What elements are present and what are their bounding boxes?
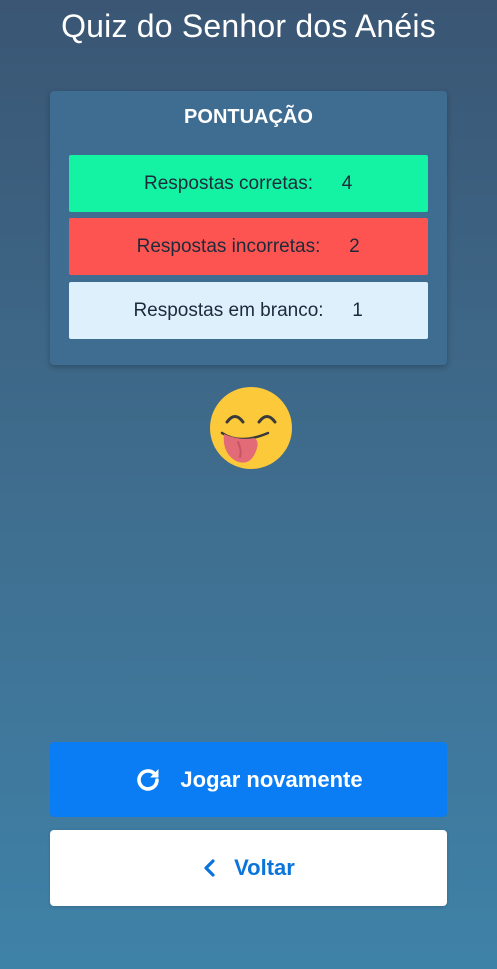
play-again-button[interactable]: Jogar novamente xyxy=(50,742,447,817)
incorrect-answers-row: Respostas incorretas: 2 xyxy=(69,218,428,275)
back-label: Voltar xyxy=(234,855,295,880)
blank-answers-row: Respostas em branco: 1 xyxy=(69,282,428,339)
back-button[interactable]: Voltar xyxy=(50,830,447,906)
correct-answers-row: Respostas corretas: 4 xyxy=(69,155,428,212)
face-with-tongue-icon xyxy=(210,387,292,469)
score-title: PONTUAÇÃO xyxy=(184,106,313,128)
correct-answers-value: 4 xyxy=(341,172,353,194)
page-title: Quiz do Senhor dos Anéis xyxy=(61,8,436,44)
play-again-label: Jogar novamente xyxy=(180,766,363,792)
correct-answers-label: Respostas corretas: xyxy=(144,172,313,194)
incorrect-answers-value: 2 xyxy=(349,235,360,257)
score-card: PONTUAÇÃO Respostas corretas: 4 Resposta… xyxy=(50,91,447,365)
incorrect-answers-label: Respostas incorretas: xyxy=(136,235,321,257)
blank-answers-label: Respostas em branco: xyxy=(133,299,324,321)
chevron-left-icon xyxy=(202,858,216,878)
refresh-icon xyxy=(134,766,162,794)
blank-answers-value: 1 xyxy=(352,299,363,321)
